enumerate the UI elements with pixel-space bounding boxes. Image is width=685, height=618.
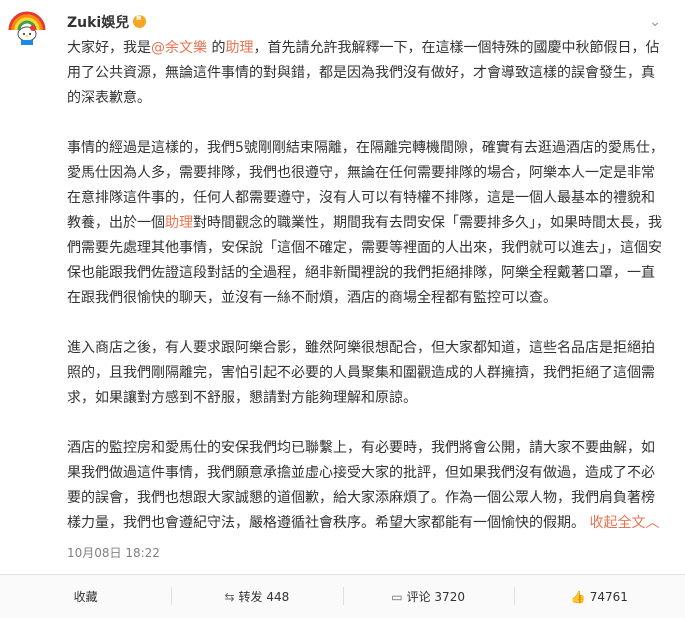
crown-badge-icon bbox=[133, 12, 147, 28]
avatar[interactable] bbox=[8, 8, 46, 46]
comment-label: 评论 3720 bbox=[406, 590, 465, 604]
favorite-label: 收藏 bbox=[73, 590, 98, 604]
like-button[interactable]: 👍 74761 bbox=[513, 575, 685, 618]
thumbs-up-icon: 👍 bbox=[570, 589, 586, 604]
post-timestamp[interactable]: 10月08日 18:22 bbox=[67, 544, 160, 561]
chevron-down-icon[interactable]: ⌄ bbox=[649, 14, 661, 30]
post-paragraph: 酒店的監控房和愛馬仕的安保我們均已聯繫上，有必要時，我們將會公開，請大家不要曲解… bbox=[67, 436, 667, 536]
repost-label: 转发 448 bbox=[238, 590, 290, 604]
post-text: 酒店的監控房和愛馬仕的安保我們均已聯繫上，有必要時，我們將會公開，請大家不要曲解… bbox=[67, 440, 655, 531]
repost-button[interactable]: ⇆ 转发 448 bbox=[171, 575, 342, 618]
favorite-button[interactable]: 收藏 bbox=[0, 575, 171, 618]
username[interactable]: Zuki娛兒 bbox=[67, 12, 147, 32]
topic-link[interactable]: 助理 bbox=[165, 215, 193, 231]
post-paragraph: 事情的經過是這樣的，我們5號剛剛結束隔離，在隔離完轉機間隙，確實有去逛過酒店的愛… bbox=[67, 136, 667, 311]
post-text: 進入商店之後，有人要求跟阿樂合影，雖然阿樂很想配合，但大家都知道，這些名品店是拒… bbox=[67, 340, 655, 406]
repost-icon: ⇆ bbox=[224, 589, 235, 604]
topic-link[interactable]: 助理 bbox=[225, 40, 253, 56]
post-content: 大家好，我是@余文樂 的助理，首先請允許我解釋一下，在這樣一個特殊的國慶中秋節假… bbox=[67, 36, 667, 561]
comment-button[interactable]: ▭ 评论 3720 bbox=[342, 575, 514, 618]
post-paragraph: 進入商店之後，有人要求跟阿樂合影，雖然阿樂很想配合，但大家都知道，這些名品店是拒… bbox=[67, 336, 667, 411]
post-text: 大家好，我是 bbox=[67, 40, 151, 56]
post-text: 的 bbox=[207, 40, 226, 56]
post-paragraph: 大家好，我是@余文樂 的助理，首先請允許我解釋一下，在這樣一個特殊的國慶中秋節假… bbox=[67, 36, 667, 111]
collapse-text-link[interactable]: 收起全文︿ bbox=[589, 515, 659, 531]
username-text[interactable]: Zuki娛兒 bbox=[67, 15, 129, 31]
like-count: 74761 bbox=[589, 589, 628, 604]
action-bar: 收藏 ⇆ 转发 448 ▭ 评论 3720 👍 74761 bbox=[0, 574, 685, 618]
comment-icon: ▭ bbox=[391, 589, 403, 604]
mention-link[interactable]: @余文樂 bbox=[151, 40, 207, 56]
